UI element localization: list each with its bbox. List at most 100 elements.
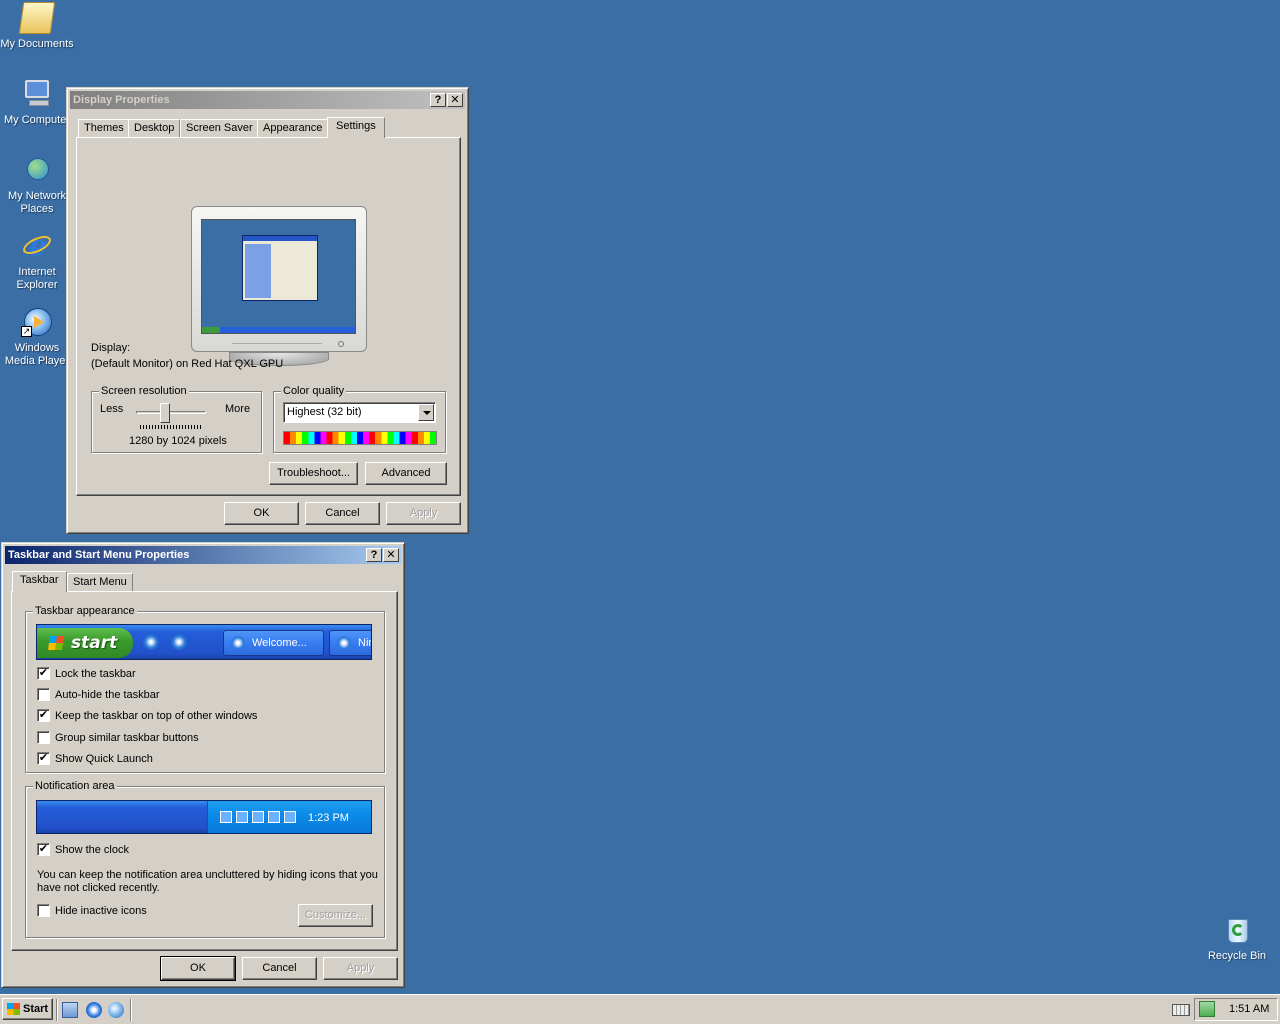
media-player-icon: ↗ (21, 306, 53, 338)
outlook-express-icon (171, 634, 187, 650)
internet-explorer-icon (143, 634, 159, 650)
lock-taskbar-label[interactable]: Lock the taskbar (55, 668, 136, 681)
hint-text: You can keep the notification area unclu… (37, 869, 378, 881)
show-desktop-icon[interactable] (62, 1002, 78, 1018)
tab-screen-saver[interactable]: Screen Saver (180, 119, 259, 137)
auto-hide-label[interactable]: Auto-hide the taskbar (55, 689, 160, 702)
tray-icon (252, 811, 264, 823)
title-bar[interactable]: Taskbar and Start Menu Properties ? ✕ (5, 546, 401, 564)
desktop-icon-recycle-bin[interactable]: Recycle Bin (1200, 914, 1274, 963)
hide-inactive-checkbox[interactable] (37, 904, 50, 917)
close-button[interactable]: ✕ (383, 548, 399, 562)
tray-time: 1:23 PM (308, 812, 349, 824)
color-quality-select[interactable]: Highest (32 bit) (283, 402, 436, 423)
desktop-icon-my-documents[interactable]: My Documents (0, 2, 74, 51)
window-title: Taskbar and Start Menu Properties (8, 549, 190, 561)
tab-strip: Themes Desktop Screen Saver Appearance S… (78, 117, 458, 138)
tab-start-menu[interactable]: Start Menu (67, 573, 133, 591)
show-clock-label[interactable]: Show the clock (55, 844, 129, 857)
computer-icon (21, 78, 53, 110)
show-quick-launch-checkbox[interactable]: ✔ (37, 752, 50, 765)
group-buttons-checkbox[interactable] (37, 731, 50, 744)
close-button[interactable]: ✕ (447, 93, 463, 107)
desktop-icon-windows-media-player[interactable]: ↗ Windows Media Player (0, 306, 74, 368)
show-quick-launch-label[interactable]: Show Quick Launch (55, 753, 153, 766)
tab-desktop[interactable]: Desktop (128, 119, 181, 137)
keep-on-top-label[interactable]: Keep the taskbar on top of other windows (55, 710, 257, 723)
slider-ticks (140, 425, 202, 429)
taskbar-separator (130, 999, 132, 1021)
apply-button[interactable]: Apply (386, 502, 461, 525)
desktop-icon-label: Recycle Bin (1207, 950, 1267, 962)
desktop-icon-label: Internet Explorer (16, 266, 58, 291)
hint-text-2: have not clicked recently. (37, 882, 160, 894)
recycle-bin-icon (1221, 914, 1253, 946)
color-spectrum-bar (283, 431, 437, 445)
color-quality-group: Color quality Highest (32 bit) (273, 384, 446, 453)
group-buttons-label[interactable]: Group similar taskbar buttons (55, 732, 199, 745)
preview-tray: 1:23 PM (207, 801, 371, 833)
start-button[interactable]: Start (2, 998, 53, 1020)
desktop-icon-my-computer[interactable]: My Computer (0, 78, 74, 127)
taskbar-panel: Taskbar appearance start Welcome... Nin … (11, 591, 398, 951)
monitor-preview (191, 206, 367, 352)
lock-taskbar-checkbox[interactable]: ✔ (37, 667, 50, 680)
taskbar-properties-window: Taskbar and Start Menu Properties ? ✕ Ta… (1, 542, 405, 988)
media-player-icon[interactable] (108, 1002, 124, 1018)
auto-hide-checkbox[interactable] (37, 688, 50, 701)
apply-button[interactable]: Apply (323, 957, 398, 980)
display-value: (Default Monitor) on Red Hat QXL GPU (91, 358, 284, 370)
network-icon[interactable] (1199, 1001, 1215, 1017)
help-button[interactable]: ? (430, 93, 446, 107)
desktop-icon-my-network-places[interactable]: My Network Places (0, 154, 74, 216)
chevron-down-icon[interactable] (418, 404, 434, 421)
resolution-slider-track (136, 411, 206, 414)
tab-taskbar[interactable]: Taskbar (12, 571, 67, 592)
resolution-value: 1280 by 1024 pixels (129, 435, 227, 447)
internet-explorer-icon (337, 636, 351, 650)
internet-explorer-icon (231, 636, 245, 650)
internet-explorer-icon: e (20, 230, 54, 262)
windows-flag-icon (7, 1003, 20, 1015)
resolution-slider-thumb[interactable] (160, 403, 170, 423)
color-quality-value: Highest (32 bit) (287, 406, 362, 418)
group-title: Screen resolution (99, 384, 189, 398)
show-clock-checkbox[interactable]: ✔ (37, 843, 50, 856)
help-button[interactable]: ? (366, 548, 382, 562)
network-places-icon (21, 154, 53, 186)
desktop-icon-label: My Network Places (7, 190, 67, 215)
advanced-button[interactable]: Advanced (365, 462, 447, 485)
window-title: Display Properties (73, 94, 170, 106)
taskbar: Start 1:51 AM (0, 994, 1280, 1024)
desktop-icon-label: My Computer (3, 114, 71, 126)
tray-icon (220, 811, 232, 823)
tab-strip: Taskbar Start Menu (12, 571, 212, 592)
hide-inactive-label[interactable]: Hide inactive icons (55, 905, 147, 918)
title-bar[interactable]: Display Properties ? ✕ (70, 91, 465, 109)
taskbar-preview: start Welcome... Nin (36, 624, 372, 660)
cancel-button[interactable]: Cancel (305, 502, 380, 525)
display-label: Display: (91, 342, 131, 354)
preview-window-button: Nin (329, 630, 371, 656)
tab-appearance[interactable]: Appearance (257, 119, 329, 137)
group-title: Notification area (33, 779, 117, 793)
cancel-button[interactable]: Cancel (242, 957, 317, 980)
tab-themes[interactable]: Themes (78, 119, 130, 137)
notification-preview: 1:23 PM (36, 800, 372, 834)
taskbar-separator (56, 999, 58, 1021)
customize-button[interactable]: Customize... (298, 904, 373, 927)
troubleshoot-button[interactable]: Troubleshoot... (269, 462, 358, 485)
more-label: More (225, 403, 251, 415)
internet-explorer-icon[interactable] (86, 1002, 102, 1018)
clock[interactable]: 1:51 AM (1229, 1003, 1269, 1015)
folder-documents-icon (18, 2, 56, 34)
tab-settings[interactable]: Settings (327, 117, 385, 138)
system-tray: 1:51 AM (1194, 998, 1278, 1021)
ok-button[interactable]: OK (160, 956, 236, 981)
ok-button[interactable]: OK (224, 502, 299, 525)
preview-start-button: start (37, 628, 133, 658)
desktop-icon-internet-explorer[interactable]: e Internet Explorer (0, 230, 74, 292)
keep-on-top-checkbox[interactable]: ✔ (37, 709, 50, 722)
tray-icon (284, 811, 296, 823)
keyboard-icon[interactable] (1172, 1004, 1190, 1016)
